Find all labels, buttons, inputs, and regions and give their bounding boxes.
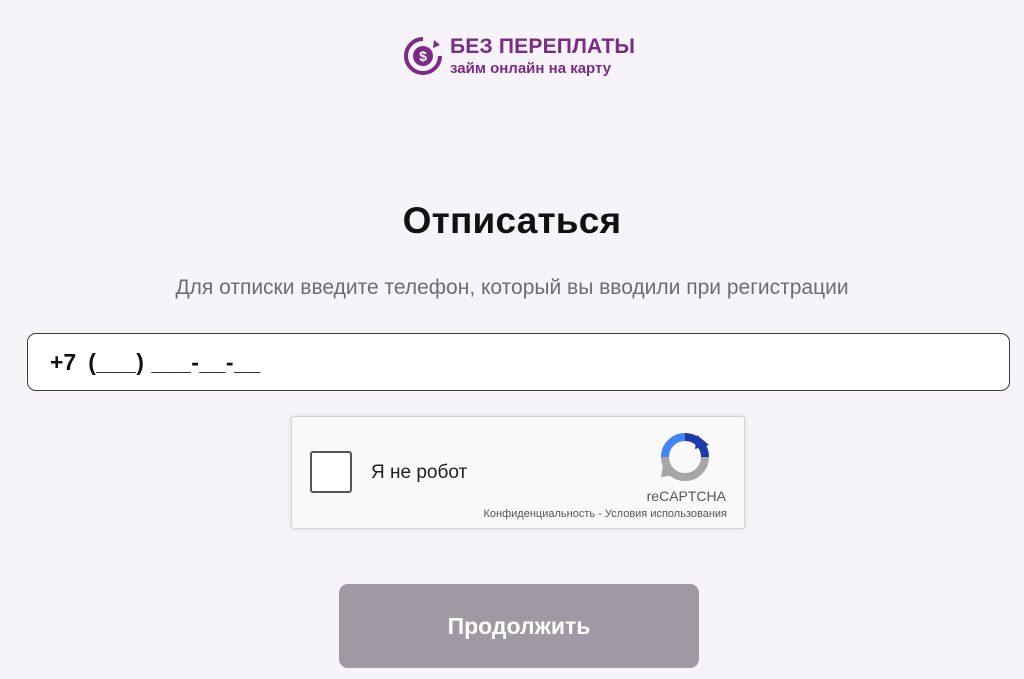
phone-prefix: +7 (50, 348, 77, 375)
brand-title: БЕЗ ПЕРЕПЛАТЫ (450, 35, 636, 58)
phone-input[interactable]: +7 (___) ___-__-__ (27, 333, 1010, 391)
recaptcha-checkbox[interactable] (310, 451, 352, 493)
brand-subtitle: займ онлайн на карту (450, 60, 612, 77)
brand-logo[interactable]: $ БЕЗ ПЕРЕПЛАТЫ займ онлайн на карту (404, 36, 635, 76)
links-separator: - (598, 508, 602, 520)
recaptcha-links: Конфиденциальность - Условия использован… (484, 508, 727, 520)
page-title: Отписаться (402, 200, 622, 241)
recaptcha-widget: Я не робот reCAPTCHA Конфиденциальность … (291, 416, 745, 529)
terms-link[interactable]: Условия использования (605, 508, 727, 520)
privacy-link[interactable]: Конфиденциальность (484, 508, 596, 520)
recaptcha-brand: reCAPTCHA (646, 488, 726, 504)
continue-button[interactable]: Продолжить (339, 584, 699, 668)
recaptcha-label: Я не робот (371, 462, 468, 483)
brand-text: БЕЗ ПЕРЕПЛАТЫ займ онлайн на карту (450, 36, 635, 76)
phone-mask: (___) ___-__-__ (88, 348, 261, 375)
dollar-coin-icon: $ (404, 37, 442, 75)
svg-text:$: $ (419, 48, 427, 64)
recaptcha-logo-icon (661, 433, 709, 481)
page-subtitle: Для отписки введите телефон, который вы … (175, 276, 849, 299)
